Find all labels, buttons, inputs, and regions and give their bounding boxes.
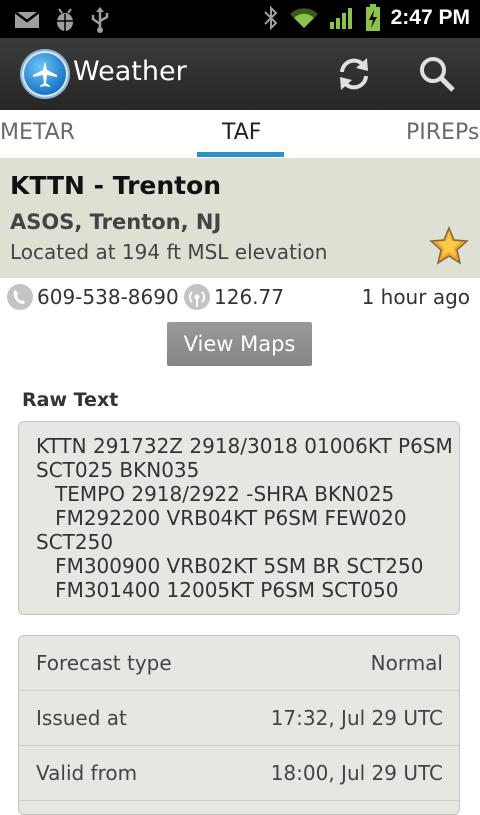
search-icon	[420, 57, 455, 92]
radio-frequency-icon	[184, 284, 210, 310]
raw-line: FM301400 12005KT P6SM SCT050	[36, 578, 399, 602]
action-bar: Weather	[0, 38, 480, 112]
tab-taf[interactable]: TAF	[222, 120, 261, 145]
battery-charging-icon	[365, 4, 380, 31]
table-row: Forecast type Normal	[19, 636, 459, 691]
status-bar: 2:47 PM	[0, 0, 480, 38]
detail-label: Issued at	[36, 706, 127, 730]
raw-line: SCT250	[36, 530, 114, 554]
contact-row: 609-538-8690 126.77 1 hour ago	[0, 280, 480, 316]
table-row: Issued at 17:32, Jul 29 UTC	[19, 691, 459, 746]
raw-line: KTTN 291732Z 2918/3018 01006KT P6SM	[36, 434, 453, 458]
clock: 2:47 PM	[390, 6, 470, 29]
detail-label: Forecast type	[36, 651, 172, 675]
favorite-star-icon[interactable]	[429, 226, 469, 266]
usb-icon	[91, 7, 109, 33]
search-button[interactable]	[417, 54, 457, 94]
forecast-details-table: Forecast type Normal Issued at 17:32, Ju…	[18, 635, 460, 815]
detail-value: 17:32, Jul 29 UTC	[270, 706, 443, 730]
android-debug-icon	[57, 8, 73, 31]
raw-line: TEMPO 2918/2922 -SHRA BKN025	[36, 482, 395, 506]
frequency: 126.77	[214, 285, 284, 309]
phone-number[interactable]: 609-538-8690	[37, 285, 179, 309]
station-elevation: Located at 194 ft MSL elevation	[10, 240, 328, 264]
tab-bar: METAR TAF PIREPs	[0, 110, 480, 159]
view-maps-button[interactable]: View Maps	[167, 322, 312, 366]
raw-text-label: Raw Text	[22, 389, 119, 411]
station-title: KTTN - Trenton	[10, 171, 222, 200]
refresh-button[interactable]	[334, 54, 374, 94]
raw-line: SCT025 BKN035	[36, 458, 200, 482]
phone-icon	[7, 284, 33, 310]
detail-value: Normal	[370, 651, 443, 675]
raw-text-box: KTTN 291732Z 2918/3018 01006KT P6SM SCT0…	[18, 421, 460, 615]
signal-icon	[329, 8, 352, 29]
bluetooth-icon	[263, 5, 278, 31]
report-age: 1 hour ago	[361, 285, 470, 309]
raw-line: FM300900 VRB02KT 5SM BR SCT250	[36, 554, 424, 578]
app-title: Weather	[73, 56, 187, 87]
wifi-icon	[289, 8, 318, 28]
tab-pireps[interactable]: PIREPs	[406, 120, 479, 145]
raw-line: FM292200 VRB04KT P6SM FEW020	[36, 506, 407, 530]
tab-metar[interactable]: METAR	[0, 120, 75, 145]
station-subtitle: ASOS, Trenton, NJ	[10, 210, 222, 234]
detail-value: 18:00, Jul 29 UTC	[270, 761, 443, 785]
refresh-icon	[340, 58, 368, 90]
gmail-icon	[14, 11, 40, 28]
station-header: KTTN - Trenton ASOS, Trenton, NJ Located…	[0, 158, 480, 278]
tab-indicator	[197, 152, 284, 157]
detail-label: Valid from	[36, 761, 138, 785]
app-logo-icon[interactable]	[22, 51, 68, 97]
table-row: Valid from 18:00, Jul 29 UTC	[19, 746, 459, 801]
